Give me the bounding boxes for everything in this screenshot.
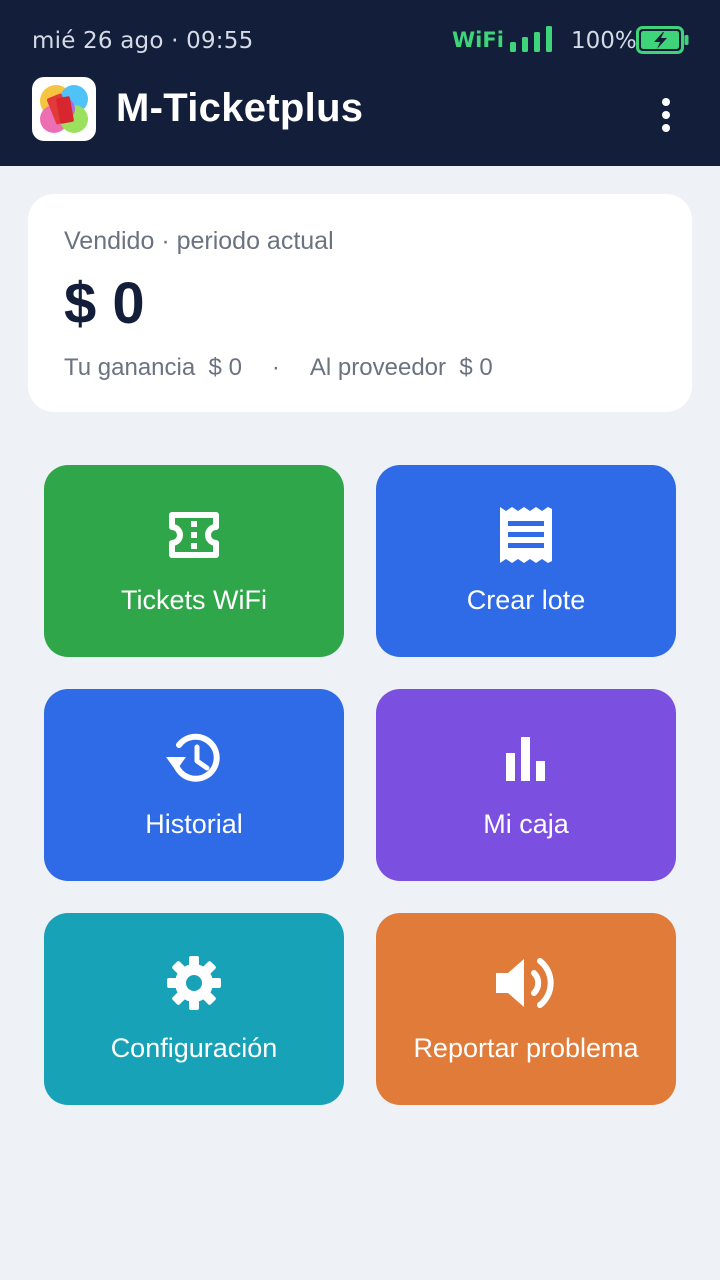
earnings-label: Tu ganancia xyxy=(64,354,196,381)
app-title: M-Ticketplus xyxy=(116,86,364,130)
app-logo xyxy=(32,77,96,141)
summary-breakdown: Tu ganancia $ 0 · Al proveedor $ 0 xyxy=(64,354,493,382)
settings-button[interactable]: Configuración xyxy=(44,913,344,1105)
my-cashbox-button[interactable]: Mi caja xyxy=(376,689,676,881)
app-bar: M-Ticketplus xyxy=(0,76,720,166)
gear-icon xyxy=(167,956,221,1010)
provider-value: $ 0 xyxy=(459,354,493,381)
speaker-icon xyxy=(496,958,554,1008)
tickets-wifi-button[interactable]: Tickets WiFi xyxy=(44,465,344,657)
tile-label: Configuración xyxy=(110,1033,278,1063)
network-label: WiFi xyxy=(452,28,504,52)
provider-label: Al proveedor xyxy=(309,354,446,381)
tile-label: Crear lote xyxy=(466,585,586,615)
ticket-icon xyxy=(169,512,219,558)
battery-charging-icon xyxy=(636,26,689,54)
create-batch-button[interactable]: Crear lote xyxy=(376,465,676,657)
breakdown-separator: · xyxy=(271,354,280,381)
earnings-value: $ 0 xyxy=(208,354,242,381)
battery-percent: 100% xyxy=(571,28,637,54)
status-datetime: mié 26 ago · 09:55 xyxy=(32,28,254,54)
tile-label: Mi caja xyxy=(483,809,569,839)
bar-chart-icon xyxy=(506,737,545,781)
report-problem-button[interactable]: Reportar problema xyxy=(376,913,676,1105)
summary-label: Vendido · periodo actual xyxy=(64,227,334,255)
more-vertical-icon[interactable] xyxy=(646,90,686,138)
top-bar: mié 26 ago · 09:55 WiFi 100% M-Ticketplu… xyxy=(0,0,720,166)
sales-summary-card: Vendido · periodo actual $ 0 Tu ganancia… xyxy=(28,194,692,412)
tile-label: Reportar problema xyxy=(413,1033,639,1063)
tile-label: Tickets WiFi xyxy=(121,585,267,615)
summary-total: $ 0 xyxy=(64,271,145,336)
history-button[interactable]: Historial xyxy=(44,689,344,881)
history-icon xyxy=(166,733,220,782)
tile-label: Historial xyxy=(145,809,243,839)
status-bar: mié 26 ago · 09:55 WiFi 100% xyxy=(0,0,720,82)
receipt-icon xyxy=(500,507,552,563)
signal-bars-icon xyxy=(510,26,552,52)
